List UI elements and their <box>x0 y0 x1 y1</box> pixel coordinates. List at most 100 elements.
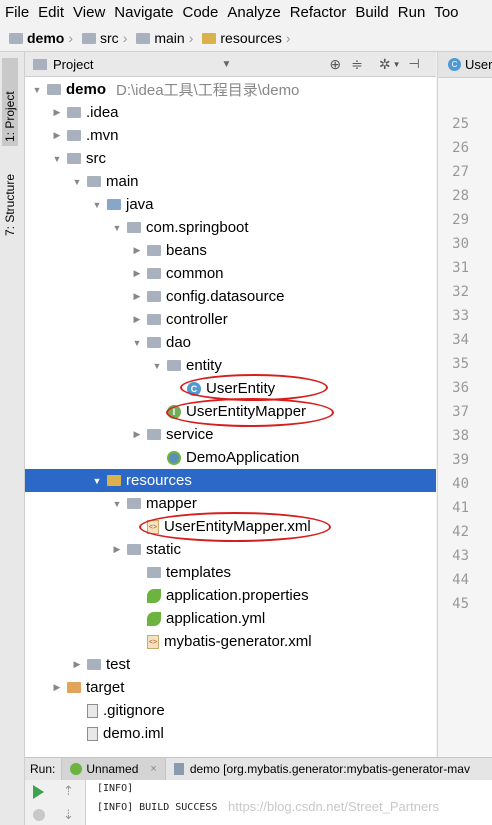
collapse-all-icon[interactable]: ≑ <box>351 56 363 73</box>
menu-item-run[interactable]: Run <box>393 4 430 21</box>
tool-tab-project[interactable]: 1: Project <box>2 58 18 146</box>
package-icon <box>147 337 161 348</box>
folder-icon <box>136 32 151 44</box>
collapse-arrow-icon[interactable]: ▶ <box>111 544 123 555</box>
run-icon[interactable] <box>33 785 44 799</box>
collapse-arrow-icon[interactable]: ▶ <box>51 130 63 141</box>
collapse-arrow-icon[interactable]: ▶ <box>131 245 143 256</box>
line-number: 39 <box>452 452 469 468</box>
collapse-arrow-icon[interactable]: ▶ <box>51 107 63 118</box>
menu-item-navigate[interactable]: Navigate <box>109 4 177 21</box>
chevron-down-icon[interactable]: ▼ <box>221 59 231 70</box>
editor-tab-label: User <box>465 57 492 72</box>
tree-item-label: application.yml <box>166 610 266 627</box>
tree-item-path: D:\idea工具\工程目录\demo <box>116 82 300 99</box>
collapse-arrow-icon[interactable]: ▶ <box>51 682 63 693</box>
tree-item-java[interactable]: ▼ java <box>25 193 436 216</box>
tree-item-beans[interactable]: ▶ beans <box>25 239 436 262</box>
menu-item-view[interactable]: View <box>68 4 109 21</box>
collapse-arrow-icon[interactable]: ▶ <box>131 291 143 302</box>
package-icon <box>147 268 161 279</box>
gear-icon[interactable]: ✲ <box>379 56 391 73</box>
tree-item-common[interactable]: ▶ common <box>25 262 436 285</box>
tree-item-main[interactable]: ▼ main <box>25 170 436 193</box>
collapse-arrow-icon[interactable]: ▶ <box>131 268 143 279</box>
breadcrumb-item-main[interactable]: main <box>127 30 185 46</box>
tree-item-application-yml[interactable]: application.yml <box>25 607 436 630</box>
tree-item-label: demo.iml <box>103 725 164 742</box>
run-tab-unnamed[interactable]: Unnamed × <box>61 758 165 780</box>
tree-item-application-properties[interactable]: application.properties <box>25 584 436 607</box>
tree-item-controller[interactable]: ▶ controller <box>25 308 436 331</box>
menu-item-file[interactable]: File <box>0 4 33 21</box>
gear-dropdown-icon[interactable]: ▼ <box>393 60 401 69</box>
collapse-arrow-icon[interactable]: ▶ <box>131 429 143 440</box>
tree-item-templates[interactable]: templates <box>25 561 436 584</box>
tree-item-resources[interactable]: ▼ resources <box>25 469 436 492</box>
menu-item-analyze[interactable]: Analyze <box>222 4 284 21</box>
expand-arrow-icon[interactable]: ▼ <box>91 476 103 486</box>
tree-item-label: .idea <box>86 104 119 121</box>
arrow-down-icon[interactable]: ⇣ <box>63 808 74 823</box>
breadcrumb-item-demo[interactable]: demo <box>0 30 64 46</box>
package-icon <box>167 360 181 371</box>
menu-item-edit[interactable]: Edit <box>33 4 68 21</box>
expand-arrow-icon[interactable]: ▼ <box>71 177 83 187</box>
package-icon <box>147 314 161 325</box>
tree-item-com-springboot[interactable]: ▼ com.springboot <box>25 216 436 239</box>
menu-item-code[interactable]: Code <box>177 4 222 21</box>
editor-gutter: C User 25 26 27 28 29 30 31 32 33 34 35 36 37 38 39 40 4… <box>437 52 492 757</box>
tree-item-mvn[interactable]: ▶ .mvn <box>25 124 436 147</box>
folder-icon <box>87 176 101 187</box>
tree-item-label: beans <box>166 242 207 259</box>
collapse-arrow-icon[interactable]: ▶ <box>71 659 83 670</box>
tree-item-dao[interactable]: ▼ dao <box>25 331 436 354</box>
expand-arrow-icon[interactable]: ▼ <box>111 223 123 233</box>
tree-item-gitignore[interactable]: .gitignore <box>25 699 436 722</box>
tree-item-label: .mvn <box>86 127 119 144</box>
tree-item-demoapplication[interactable]: DemoApplication <box>25 446 436 469</box>
expand-arrow-icon[interactable]: ▼ <box>91 200 103 210</box>
collapse-arrow-icon[interactable]: ▶ <box>131 314 143 325</box>
tree-item-mybatis-generator-xml[interactable]: <> mybatis-generator.xml <box>25 630 436 653</box>
arrow-up-icon[interactable]: ⇡ <box>63 784 74 799</box>
console-line: [INFO] <box>97 783 134 794</box>
expand-arrow-icon[interactable]: ▼ <box>31 85 43 95</box>
locate-icon[interactable]: ⊕ <box>329 56 341 73</box>
breadcrumb-item-src[interactable]: src <box>73 30 119 46</box>
menu-item-build[interactable]: Build <box>350 4 392 21</box>
tree-item-label: common <box>166 265 224 282</box>
folder-icon <box>67 153 81 164</box>
tree-item-test[interactable]: ▶ test <box>25 653 436 676</box>
expand-arrow-icon[interactable]: ▼ <box>111 499 123 509</box>
tree-item-label: test <box>106 656 131 673</box>
tree-item-label: mapper <box>146 495 197 512</box>
line-number: 36 <box>452 380 469 396</box>
hide-icon[interactable]: ⊣ <box>409 56 420 72</box>
debug-icon[interactable] <box>33 809 45 821</box>
expand-arrow-icon[interactable]: ▼ <box>51 154 63 164</box>
breadcrumb-label: demo <box>27 30 65 46</box>
editor-tab[interactable]: C User <box>438 52 492 78</box>
line-number: 41 <box>452 500 469 516</box>
expand-arrow-icon[interactable]: ▼ <box>131 338 143 348</box>
close-icon[interactable]: × <box>150 763 156 775</box>
tree-item-label: templates <box>166 564 232 581</box>
run-tab-demo[interactable]: demo [org.mybatis.generator:mybatis-gene… <box>164 758 478 780</box>
menu-item-refactor[interactable]: Refactor <box>285 4 351 21</box>
folder-icon <box>127 498 141 509</box>
project-panel-title[interactable]: Project <box>53 57 93 72</box>
tree-item-config-datasource[interactable]: ▶ config.datasource <box>25 285 436 308</box>
breadcrumb-item-resources[interactable]: resources <box>193 30 282 46</box>
tree-item-demo-iml[interactable]: demo.iml <box>25 722 436 745</box>
tool-tab-structure[interactable]: 7: Structure <box>2 152 18 240</box>
tree-item-target[interactable]: ▶ target <box>25 676 436 699</box>
tree-item-demo[interactable]: ▼ demo D:\idea工具\工程目录\demo <box>25 78 436 101</box>
tree-item-entity[interactable]: ▼ entity <box>25 354 436 377</box>
file-icon <box>87 726 98 741</box>
folder-icon <box>87 659 101 670</box>
tree-item-src[interactable]: ▼ src <box>25 147 436 170</box>
expand-arrow-icon[interactable]: ▼ <box>151 361 163 371</box>
menu-item-too[interactable]: Too <box>429 4 462 21</box>
tree-item-idea[interactable]: ▶ .idea <box>25 101 436 124</box>
